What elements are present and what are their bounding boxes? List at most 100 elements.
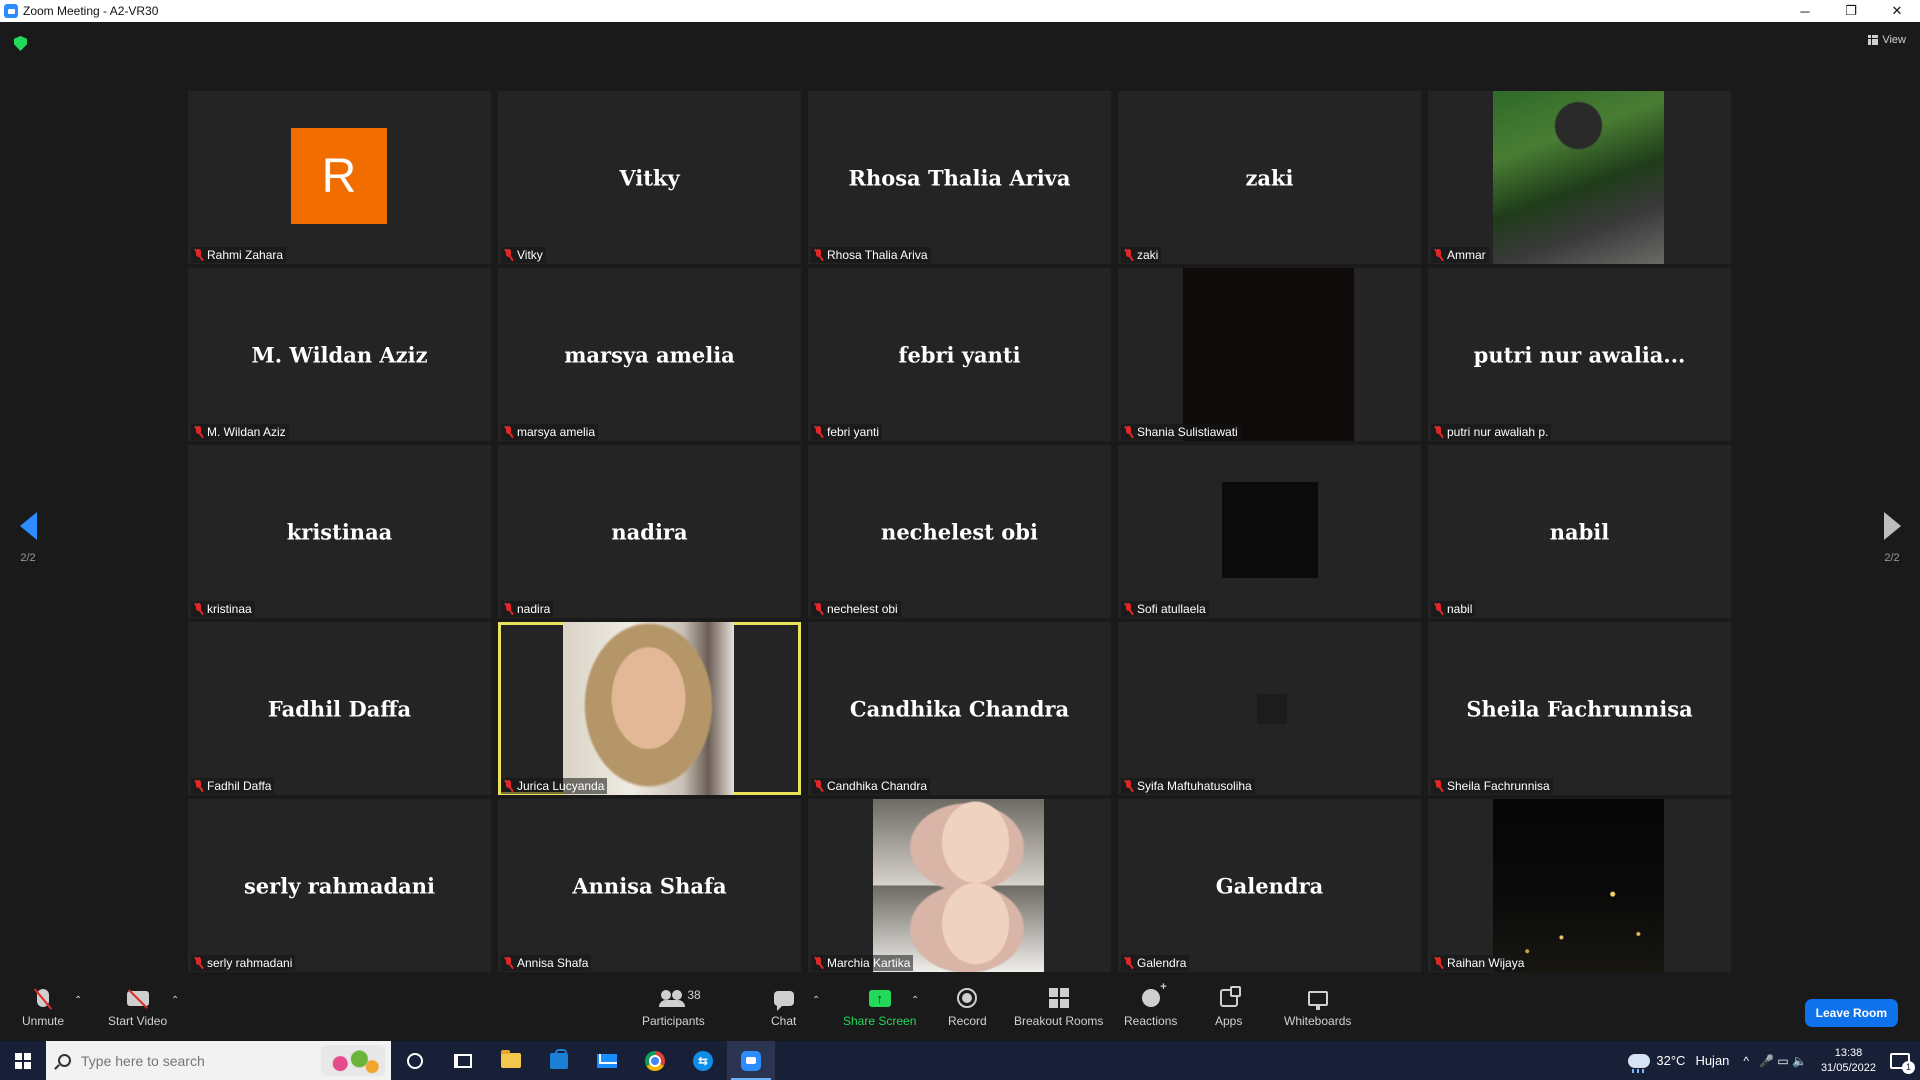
- participant-name: Fadhil Daffa: [207, 779, 272, 793]
- reactions-button[interactable]: Reactions: [1124, 981, 1177, 1028]
- participant-display-name: Galendra: [1215, 873, 1324, 898]
- share-screen-label: Share Screen: [843, 1014, 917, 1028]
- participants-button[interactable]: 38 Participants: [642, 987, 705, 1028]
- arrow-right-icon: [1883, 512, 1901, 540]
- tray-chevron-icon[interactable]: ^: [1743, 1054, 1749, 1068]
- record-button[interactable]: Record: [948, 987, 987, 1028]
- chrome-icon: [645, 1050, 665, 1071]
- breakout-rooms-button[interactable]: Breakout Rooms: [1014, 987, 1103, 1028]
- chrome-button[interactable]: [631, 1041, 679, 1080]
- participant-tile[interactable]: nechelest obi nechelest obi: [808, 445, 1111, 618]
- participant-display-name: Sheila Fachrunnisa: [1466, 696, 1693, 721]
- participant-display-name: zaki: [1245, 165, 1294, 190]
- cortana-button[interactable]: [391, 1041, 439, 1080]
- view-button[interactable]: View: [1868, 34, 1906, 46]
- participant-tile[interactable]: nabil nabil: [1428, 445, 1731, 618]
- restore-button[interactable]: ❐: [1828, 0, 1874, 22]
- share-options-caret[interactable]: ⌃: [911, 995, 919, 1006]
- apps-icon: [1219, 986, 1241, 1007]
- participant-label: nadira: [501, 601, 554, 617]
- search-highlight-image[interactable]: [321, 1045, 385, 1076]
- rain-cloud-icon[interactable]: [1628, 1053, 1651, 1073]
- participant-tile[interactable]: zaki zaki: [1118, 91, 1421, 264]
- taskbar-clock[interactable]: 13:38 31/05/2022: [1821, 1046, 1876, 1076]
- participant-name: Galendra: [1137, 956, 1187, 970]
- participant-tile[interactable]: Annisa Shafa Annisa Shafa: [498, 799, 801, 972]
- video-off-icon: [126, 990, 149, 1006]
- participant-tile[interactable]: Raihan Wijaya: [1428, 799, 1731, 972]
- participant-name: kristinaa: [207, 602, 252, 616]
- participant-tile[interactable]: Candhika Chandra Candhika Chandra: [808, 622, 1111, 795]
- mail-button[interactable]: [583, 1041, 631, 1080]
- weather-temperature[interactable]: 32°C: [1656, 1053, 1685, 1068]
- notification-count: 1: [1902, 1060, 1915, 1074]
- participant-name: Rahmi Zahara: [207, 248, 284, 262]
- participant-tile[interactable]: febri yanti febri yanti: [808, 268, 1111, 441]
- search-input[interactable]: [81, 1052, 301, 1069]
- whiteboards-button[interactable]: Whiteboards: [1284, 987, 1351, 1028]
- participant-tile[interactable]: Shania Sulistiawati: [1118, 268, 1421, 441]
- record-label: Record: [948, 1014, 987, 1028]
- participant-display-name: nechelest obi: [881, 519, 1038, 544]
- microsoft-store-button[interactable]: [535, 1041, 583, 1080]
- participant-display-name: M. Wildan Aziz: [251, 342, 428, 367]
- apps-button[interactable]: Apps: [1215, 986, 1242, 1028]
- participant-label: Fadhil Daffa: [191, 778, 275, 794]
- teamviewer-button[interactable]: ⇆: [679, 1041, 727, 1080]
- start-video-label: Start Video: [108, 1014, 168, 1028]
- participant-label: kristinaa: [191, 601, 255, 617]
- unmute-button[interactable]: Unmute: [22, 987, 64, 1028]
- participant-tile-active-speaker[interactable]: Jurica Lucyanda: [498, 622, 801, 795]
- participant-label: Marchia Kartika: [811, 955, 914, 971]
- cortana-icon: [407, 1052, 423, 1069]
- mic-muted-icon: [194, 249, 203, 261]
- participant-tile[interactable]: Sofi atullaela: [1118, 445, 1421, 618]
- zoom-taskbar-button[interactable]: [727, 1041, 775, 1080]
- participant-tile[interactable]: Sheila Fachrunnisa Sheila Fachrunnisa: [1428, 622, 1731, 795]
- security-shield-icon[interactable]: [14, 36, 27, 51]
- participant-tile[interactable]: Rhosa Thalia Ariva Rhosa Thalia Ariva: [808, 91, 1111, 264]
- share-screen-button[interactable]: ↑ Share Screen: [843, 987, 916, 1028]
- task-view-button[interactable]: [439, 1041, 487, 1080]
- start-button[interactable]: [0, 1041, 46, 1080]
- previous-page-button[interactable]: 2/2: [8, 512, 48, 564]
- participant-tile[interactable]: marsya amelia marsya amelia: [498, 268, 801, 441]
- participant-label: M. Wildan Aziz: [191, 424, 289, 440]
- minimize-button[interactable]: ─: [1782, 0, 1828, 22]
- participant-tile[interactable]: putri nur awalia... putri nur awaliah p.: [1428, 268, 1731, 441]
- notifications-icon[interactable]: 1: [1890, 1052, 1915, 1074]
- participant-tile[interactable]: Vitky Vitky: [498, 91, 801, 264]
- weather-condition[interactable]: Hujan: [1695, 1053, 1729, 1068]
- participant-tile[interactable]: serly rahmadani serly rahmadani: [188, 799, 491, 972]
- participant-tile[interactable]: nadira nadira: [498, 445, 801, 618]
- window-title: Zoom Meeting - A2-VR30: [23, 4, 159, 18]
- participant-label: nabil: [1431, 601, 1476, 617]
- participant-name: Marchia Kartika: [827, 956, 911, 970]
- participant-label: marsya amelia: [501, 424, 599, 440]
- participant-tile[interactable]: R Rahmi Zahara: [188, 91, 491, 264]
- whiteboard-icon: [1307, 990, 1328, 1010]
- video-options-caret[interactable]: ⌃: [171, 995, 179, 1006]
- participant-tile[interactable]: Ammar: [1428, 91, 1731, 264]
- chat-button[interactable]: Chat: [771, 987, 796, 1028]
- taskbar-search[interactable]: [46, 1041, 391, 1080]
- chat-options-caret[interactable]: ⌃: [812, 995, 820, 1006]
- participant-display-name: Fadhil Daffa: [267, 696, 412, 721]
- participant-tile[interactable]: M. Wildan Aziz M. Wildan Aziz: [188, 268, 491, 441]
- start-video-button[interactable]: Start Video: [108, 987, 167, 1028]
- participant-name: putri nur awaliah p.: [1447, 425, 1549, 439]
- close-button[interactable]: ✕: [1874, 0, 1920, 22]
- participant-tile[interactable]: kristinaa kristinaa: [188, 445, 491, 618]
- participant-name: Raihan Wijaya: [1447, 956, 1525, 970]
- participant-video: [1493, 799, 1664, 972]
- audio-options-caret[interactable]: ⌃: [74, 995, 82, 1006]
- leave-room-button[interactable]: Leave Room: [1804, 999, 1898, 1027]
- participant-tile[interactable]: Fadhil Daffa Fadhil Daffa: [188, 622, 491, 795]
- participant-tile[interactable]: Marchia Kartika: [808, 799, 1111, 972]
- tray-icons[interactable]: 🎤 ▭ 🔈: [1759, 1054, 1807, 1068]
- participant-tile[interactable]: Syifa Maftuhatusoliha: [1118, 622, 1421, 795]
- file-explorer-button[interactable]: [487, 1041, 535, 1080]
- next-page-button[interactable]: 2/2: [1872, 512, 1912, 564]
- participant-tile[interactable]: Galendra Galendra: [1118, 799, 1421, 972]
- zoom-app-icon: [4, 4, 18, 18]
